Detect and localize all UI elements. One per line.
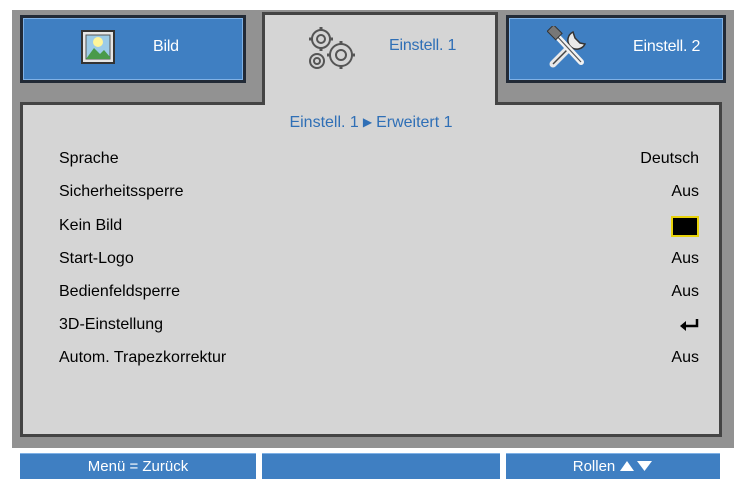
- menu-row-sicherheitssperre[interactable]: Sicherheitssperre Aus: [59, 180, 699, 204]
- tab-bild[interactable]: Bild: [20, 15, 246, 83]
- tab-label: Einstell. 1: [389, 37, 457, 54]
- menu-row-kein-bild[interactable]: Kein Bild: [59, 214, 699, 238]
- tab-label: Einstell. 2: [633, 38, 701, 55]
- breadcrumb-parent[interactable]: Einstell. 1: [289, 114, 358, 131]
- scroll-hint[interactable]: Rollen: [506, 453, 720, 479]
- scroll-label: Rollen: [572, 457, 616, 475]
- menu-row-autom-trapezkorrektur[interactable]: Autom. Trapezkorrektur Aus: [59, 346, 699, 370]
- menu-row-start-logo[interactable]: Start-Logo Aus: [59, 247, 699, 271]
- row-label: Start-Logo: [59, 250, 134, 267]
- menu-row-bedienfeldsperre[interactable]: Bedienfeldsperre Aus: [59, 280, 699, 304]
- row-value: Aus: [671, 183, 699, 200]
- gears-icon: [303, 23, 363, 78]
- menu-row-3d-einstellung[interactable]: 3D-Einstellung: [59, 313, 699, 337]
- row-label: Autom. Trapezkorrektur: [59, 349, 227, 366]
- tab-label: Bild: [153, 38, 179, 55]
- row-value: Aus: [671, 283, 699, 300]
- breadcrumb-current: Erweitert 1: [376, 114, 453, 131]
- breadcrumb-arrow-icon: ▶: [362, 115, 373, 129]
- enter-icon: [680, 319, 699, 331]
- row-value: Aus: [671, 349, 699, 366]
- up-down-arrows-icon: [620, 461, 653, 471]
- row-label: Kein Bild: [59, 217, 123, 234]
- picture-icon: [81, 30, 115, 69]
- tab-einstell-1[interactable]: Einstell. 1: [262, 12, 498, 105]
- breadcrumb: Einstell. 1 ▶ Erweitert 1: [23, 114, 719, 132]
- footer-middle-segment: [262, 453, 500, 479]
- back-label: Menü = Zurück: [87, 457, 189, 475]
- menu-row-sprache[interactable]: Sprache Deutsch: [59, 147, 699, 171]
- row-label: Bedienfeldsperre: [59, 283, 180, 300]
- row-value: Deutsch: [640, 150, 699, 167]
- row-label: 3D-Einstellung: [59, 316, 164, 333]
- black-color-swatch: [671, 215, 699, 237]
- row-value: Aus: [671, 250, 699, 267]
- back-button[interactable]: Menü = Zurück: [20, 453, 256, 479]
- row-label: Sicherheitssperre: [59, 183, 184, 200]
- settings-panel: Einstell. 1 ▶ Erweitert 1 Sprache Deutsch …: [20, 102, 722, 437]
- tab-einstell-2[interactable]: Einstell. 2: [506, 15, 726, 83]
- row-label: Sprache: [59, 150, 119, 167]
- tools-icon: [546, 24, 593, 75]
